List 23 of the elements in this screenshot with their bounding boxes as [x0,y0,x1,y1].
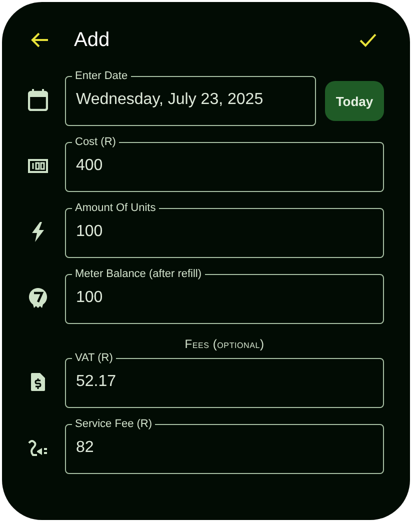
invoice-icon [30,372,46,392]
vat-field[interactable]: VAT (R) 52.17 [65,352,384,408]
field-label: Amount Of Units [74,202,157,214]
field-label: Cost (R) [74,136,117,148]
service-fee-field[interactable]: Service Fee (R) 82 [65,418,384,474]
screen-title: Add [74,28,111,52]
lightning-bolt-icon [31,222,45,242]
plug-icon [27,438,49,456]
field-label: Meter Balance (after refill) [74,268,203,280]
calendar-icon [28,88,48,110]
check-icon[interactable] [359,33,377,47]
field-label: VAT (R) [74,352,114,364]
banknote-icon [28,158,48,172]
field-label: Service Fee (R) [74,418,154,430]
meter-balance-field[interactable]: Meter Balance (after refill) 100 [65,268,384,324]
cost-field[interactable]: Cost (R) 400 [65,136,384,192]
back-arrow-icon[interactable] [31,32,49,48]
gauge-icon [28,286,48,308]
field-label: Enter Date [74,70,129,82]
units-field[interactable]: Amount Of Units 100 [65,202,384,258]
section-heading: Fees (optional) [184,337,264,351]
date-field[interactable]: Enter Date Wednesday, July 23, 2025 [65,70,316,126]
today-button[interactable]: Today [325,81,384,121]
